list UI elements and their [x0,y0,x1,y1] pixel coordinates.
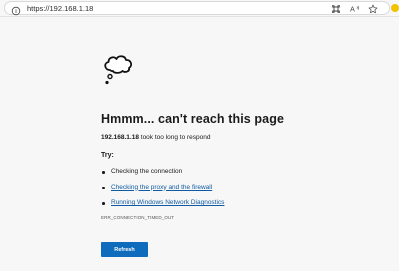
network-diagnostics-link[interactable]: Running Windows Network Diagnostics [111,199,224,206]
suggestion-item: Running Windows Network Diagnostics [101,199,224,215]
error-code: ERR_CONNECTION_TIMED_OUT [101,215,175,220]
thinking-cloud-icon [101,52,137,88]
bullet-icon [102,186,105,189]
try-label: Try: [101,152,114,159]
bullet-icon [102,171,105,174]
refresh-button[interactable]: Refresh [101,242,148,257]
error-subtitle: 192.168.1.18 took too long to respond [101,134,211,141]
suggestion-check-connection: Checking the connection [111,168,183,175]
svg-text:A: A [350,5,355,14]
browser-toolbar: https://192.168.1.18 A [0,0,399,17]
address-bar[interactable]: https://192.168.1.18 A [4,1,390,16]
bullet-icon [102,202,105,205]
extensions-icon[interactable] [331,4,341,14]
url-text[interactable]: https://192.168.1.18 [27,3,93,14]
profile-icon[interactable] [391,4,399,12]
suggestion-item: Checking the connection [101,168,224,184]
host-name: 192.168.1.18 [101,134,139,141]
error-heading: Hmmm... can't reach this page [101,112,285,126]
favorite-star-icon[interactable] [368,4,378,14]
suggestion-item: Checking the proxy and the firewall [101,184,224,200]
proxy-firewall-link[interactable]: Checking the proxy and the firewall [111,184,212,191]
subtitle-text: took too long to respond [138,134,211,141]
info-icon[interactable] [11,3,21,16]
suggestion-list: Checking the connection Checking the pro… [101,168,224,215]
read-aloud-icon[interactable]: A [350,4,360,14]
